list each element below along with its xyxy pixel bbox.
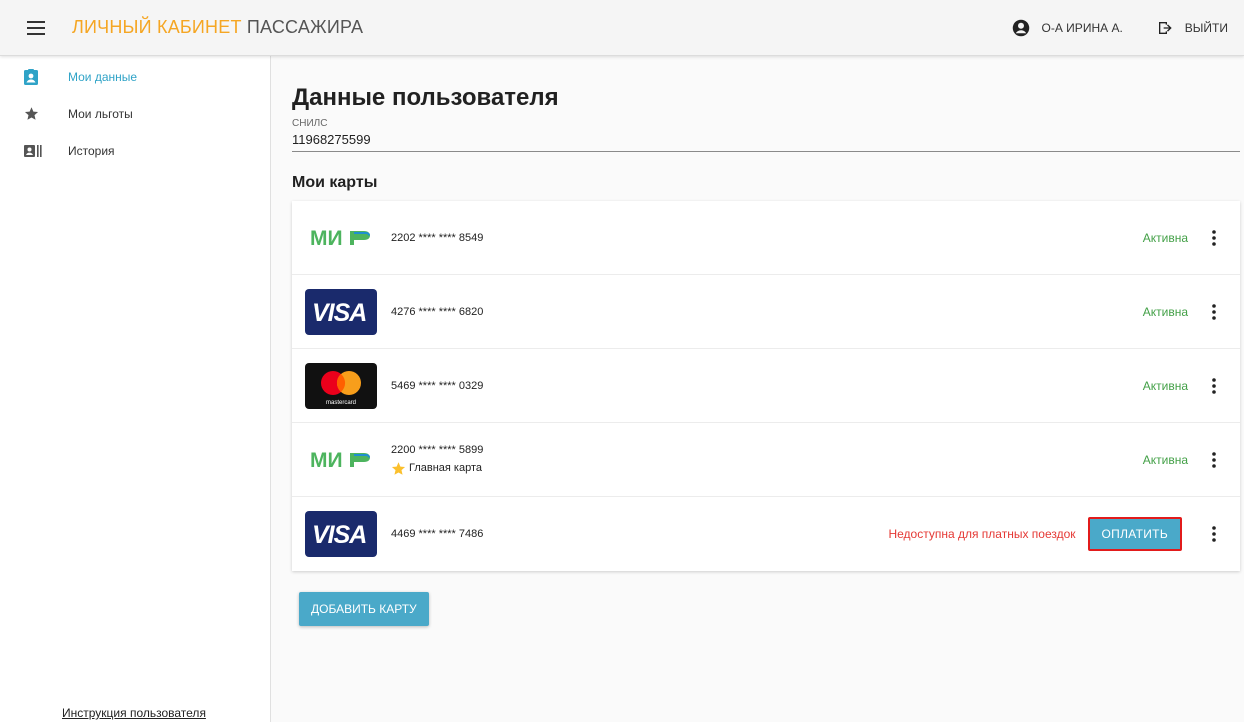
card-number: 2200 **** **** 5899 bbox=[391, 443, 484, 456]
app-title-accent: ЛИЧНЫЙ КАБИНЕТ bbox=[72, 17, 242, 37]
more-vert-icon[interactable] bbox=[1188, 303, 1240, 320]
card-number: 4276 **** **** 6820 bbox=[391, 305, 484, 318]
card-row[interactable]: VISA 4276 **** **** 6820 Активна bbox=[292, 275, 1240, 349]
snils-label: СНИЛС bbox=[292, 118, 328, 129]
mir-logo-icon: МИ bbox=[305, 437, 377, 483]
card-status: Активна bbox=[1142, 452, 1188, 467]
svg-text:VISA: VISA bbox=[312, 299, 366, 325]
mir-logo-icon: МИ bbox=[305, 215, 377, 261]
star-icon bbox=[0, 106, 68, 121]
visa-logo-icon: VISA bbox=[305, 511, 377, 557]
logout-button[interactable]: ВЫЙТИ bbox=[1157, 20, 1228, 36]
more-vert-icon[interactable] bbox=[1188, 229, 1240, 246]
pay-button[interactable]: ОПЛАТИТЬ bbox=[1087, 517, 1182, 551]
card-status: Активна bbox=[1142, 378, 1188, 393]
star-icon bbox=[391, 461, 406, 475]
main-content: Данные пользователя СНИЛС 11968275599 Мо… bbox=[292, 56, 1240, 626]
card-row[interactable]: VISA 4469 **** **** 7486 Недоступна для … bbox=[292, 497, 1240, 571]
account-box-icon bbox=[0, 68, 68, 85]
more-vert-icon[interactable] bbox=[1188, 526, 1240, 542]
card-status: Недоступна для платных поездок bbox=[888, 527, 1076, 541]
more-vert-icon[interactable] bbox=[1188, 451, 1240, 468]
app-title-rest: ПАССАЖИРА bbox=[241, 17, 364, 37]
sidebar-item-label: Мои данные bbox=[68, 69, 138, 84]
svg-text:МИ: МИ bbox=[310, 227, 343, 249]
app-title: ЛИЧНЫЙ КАБИНЕТ ПАССАЖИРА bbox=[72, 17, 363, 38]
mastercard-logo-icon: mastercard bbox=[305, 362, 377, 409]
more-vert-icon[interactable] bbox=[1188, 377, 1240, 394]
user-menu[interactable]: О-А ИРИНА А. bbox=[1012, 19, 1123, 37]
card-status: Активна bbox=[1142, 304, 1188, 319]
cards-title: Мои карты bbox=[292, 174, 378, 191]
card-row[interactable]: МИ 2202 **** **** 8549 Активна bbox=[292, 201, 1240, 275]
sidebar-item-my-data[interactable]: Мои данные bbox=[0, 58, 270, 95]
main-card-label: Главная карта bbox=[409, 462, 483, 474]
cards-list: МИ 2202 **** **** 8549 Активна VISA 4276… bbox=[292, 201, 1240, 571]
sidebar-item-label: Мои льготы bbox=[68, 106, 133, 121]
svg-text:mastercard: mastercard bbox=[326, 400, 356, 406]
card-number: 5469 **** **** 0329 bbox=[391, 379, 484, 392]
sidebar-item-history[interactable]: История bbox=[0, 132, 270, 169]
sidebar-item-label: История bbox=[68, 143, 115, 158]
history-card-icon bbox=[0, 144, 68, 157]
sidebar-item-my-benefits[interactable]: Мои льготы bbox=[0, 95, 270, 132]
main-card-badge: Главная карта bbox=[391, 461, 483, 476]
logout-label: ВЫЙТИ bbox=[1184, 20, 1228, 35]
card-number: 4469 **** **** 7486 bbox=[391, 528, 484, 540]
user-guide-link[interactable]: Инструкция пользователя bbox=[62, 706, 206, 720]
logout-icon bbox=[1158, 21, 1172, 34]
svg-text:МИ: МИ bbox=[310, 449, 343, 471]
user-name: О-А ИРИНА А. bbox=[1041, 20, 1123, 35]
account-circle-icon bbox=[1012, 19, 1029, 36]
sidebar: Мои данные Мои льготы История Инструкция… bbox=[0, 56, 271, 722]
card-row[interactable]: mastercard 5469 **** **** 0329 Активна bbox=[292, 349, 1240, 423]
top-app-bar: ЛИЧНЫЙ КАБИНЕТ ПАССАЖИРА О-А ИРИНА А. ВЫ… bbox=[0, 0, 1244, 56]
snils-value: 11968275599 bbox=[292, 132, 1240, 152]
visa-logo-icon: VISA bbox=[305, 288, 377, 335]
add-card-button[interactable]: ДОБАВИТЬ КАРТУ bbox=[299, 592, 429, 626]
card-status: Активна bbox=[1142, 230, 1188, 245]
card-row[interactable]: МИ 2200 **** **** 5899 Главная карта Акт… bbox=[292, 423, 1240, 497]
menu-icon[interactable] bbox=[0, 0, 72, 56]
svg-text:VISA: VISA bbox=[312, 521, 366, 547]
page-title: Данные пользователя bbox=[292, 84, 559, 111]
card-number: 2202 **** **** 8549 bbox=[391, 231, 484, 244]
